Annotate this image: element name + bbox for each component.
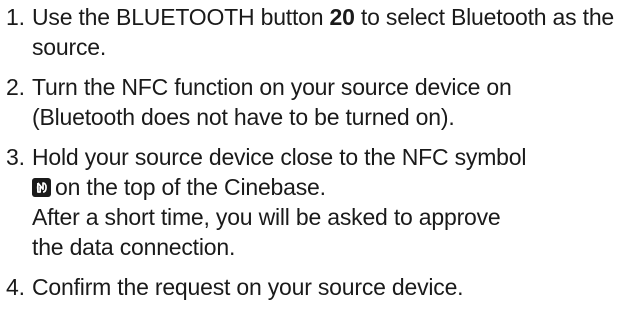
step-number: 3. [6, 144, 25, 170]
step-line: on the top of the Cinebase. [55, 174, 326, 200]
step-text: Turn the NFC function on your source dev… [22, 72, 617, 132]
step-line: Hold your source device close to the NFC… [32, 144, 527, 170]
button-reference-number: 20 [329, 4, 355, 30]
step-number: 4. [6, 274, 25, 300]
step-number: 2. [6, 74, 25, 100]
step-text: Use the BLUETOOTH button 20 to select Bl… [22, 2, 617, 62]
nfc-icon [32, 178, 51, 197]
step-line: Turn the NFC function on your source dev… [32, 74, 512, 100]
step-line: Confirm the request on your source devic… [32, 274, 464, 300]
step-number: 1. [6, 4, 25, 30]
step-1: 1. Use the BLUETOOTH button 20 to select… [0, 2, 617, 62]
step-line: the data connection. [32, 234, 236, 260]
step-line: (Bluetooth does not have to be turned on… [32, 104, 455, 130]
step-text-part: Use the BLUETOOTH button [32, 4, 330, 30]
step-text: Hold your source device close to the NFC… [22, 142, 617, 262]
step-line: After a short time, you will be asked to… [32, 204, 501, 230]
instruction-list: 1. Use the BLUETOOTH button 20 to select… [0, 2, 617, 312]
step-3: 3. Hold your source device close to the … [0, 142, 617, 262]
step-2: 2. Turn the NFC function on your source … [0, 72, 617, 132]
step-4: 4. Confirm the request on your source de… [0, 272, 617, 302]
step-text: Confirm the request on your source devic… [22, 272, 617, 302]
